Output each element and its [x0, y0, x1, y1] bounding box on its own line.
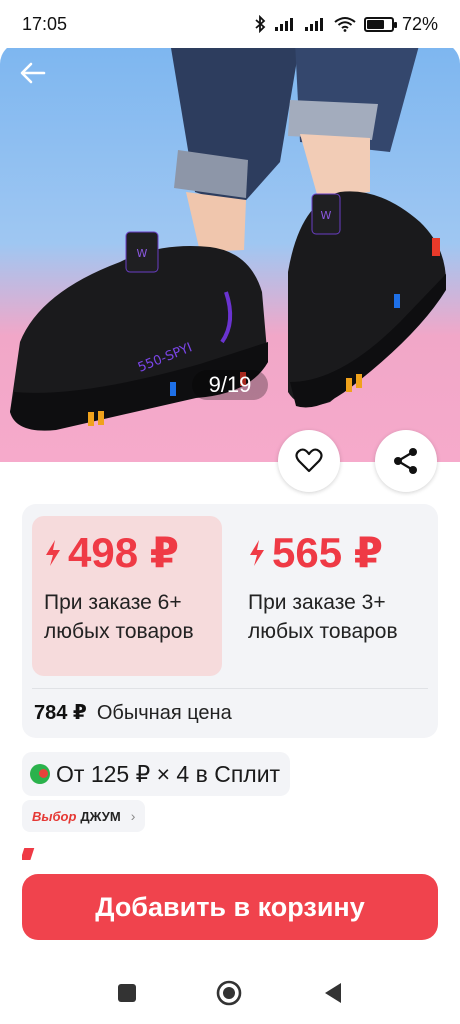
regular-price-label: Обычная цена	[96, 702, 232, 724]
split-text: От 125 ₽ × 4 в Сплит	[56, 760, 281, 787]
split-payment-chip[interactable]: От 125 ₽ × 4 в Сплит	[22, 752, 291, 796]
nav-back-button[interactable]	[320, 980, 346, 1006]
regular-price-row: 784 ₽ Обычная цена	[34, 700, 232, 725]
battery-percent: 72%	[401, 13, 438, 34]
tier-condition: При заказе 3+ любых товаров	[248, 591, 398, 643]
wifi-icon	[334, 16, 356, 32]
chevron-right-icon: ›	[130, 808, 136, 824]
bluetooth-icon	[254, 15, 266, 33]
favorite-button[interactable]	[278, 430, 340, 492]
home-button[interactable]	[216, 980, 242, 1006]
photo-counter: 9/19	[192, 370, 268, 400]
regular-price: 784 ₽	[34, 702, 87, 724]
partially-hidden-content	[22, 846, 122, 860]
price-card: 498 ₽ При заказе 6+ любых товаров 565 ₽ …	[22, 504, 438, 738]
tier-condition: При заказе 6+ любых товаров	[44, 591, 194, 643]
heart-icon	[295, 448, 323, 473]
add-to-cart-button[interactable]: Добавить в корзину	[22, 874, 438, 940]
back-button[interactable]	[20, 62, 54, 96]
brand-badge-part2: ДЖУМ	[80, 808, 121, 824]
arrow-left-icon	[20, 62, 46, 84]
status-bar: 17:05 72%	[0, 0, 460, 48]
share-button[interactable]	[375, 430, 437, 492]
product-gallery[interactable]: W 550-SPYI W 9/19	[0, 42, 460, 462]
share-icon	[394, 448, 417, 474]
battery-icon	[363, 16, 397, 32]
signal-icon	[274, 16, 296, 32]
brand-badge[interactable]: Выбор ДЖУМ ›	[22, 800, 146, 832]
recents-button[interactable]	[114, 980, 140, 1006]
system-nav-bar	[0, 960, 460, 1024]
tier-price: 498 ₽	[44, 528, 210, 578]
circle-icon	[216, 980, 242, 1006]
lightning-icon	[44, 539, 62, 567]
tier-price: 565 ₽	[248, 528, 414, 578]
status-time: 17:05	[22, 13, 68, 34]
triangle-back-icon	[325, 983, 341, 1003]
signal-icon	[304, 16, 326, 32]
lightning-icon	[248, 539, 266, 567]
square-icon	[118, 984, 136, 1002]
brand-badge-part1: Выбор	[32, 808, 77, 824]
svg-text:W: W	[137, 247, 148, 260]
status-icons: 72%	[254, 14, 438, 35]
split-logo-icon	[30, 764, 50, 784]
svg-text:W: W	[321, 209, 332, 222]
price-tier-3plus[interactable]: 565 ₽ При заказе 3+ любых товаров	[236, 516, 426, 676]
divider	[32, 688, 428, 689]
price-tier-6plus[interactable]: 498 ₽ При заказе 6+ любых товаров	[32, 516, 222, 676]
